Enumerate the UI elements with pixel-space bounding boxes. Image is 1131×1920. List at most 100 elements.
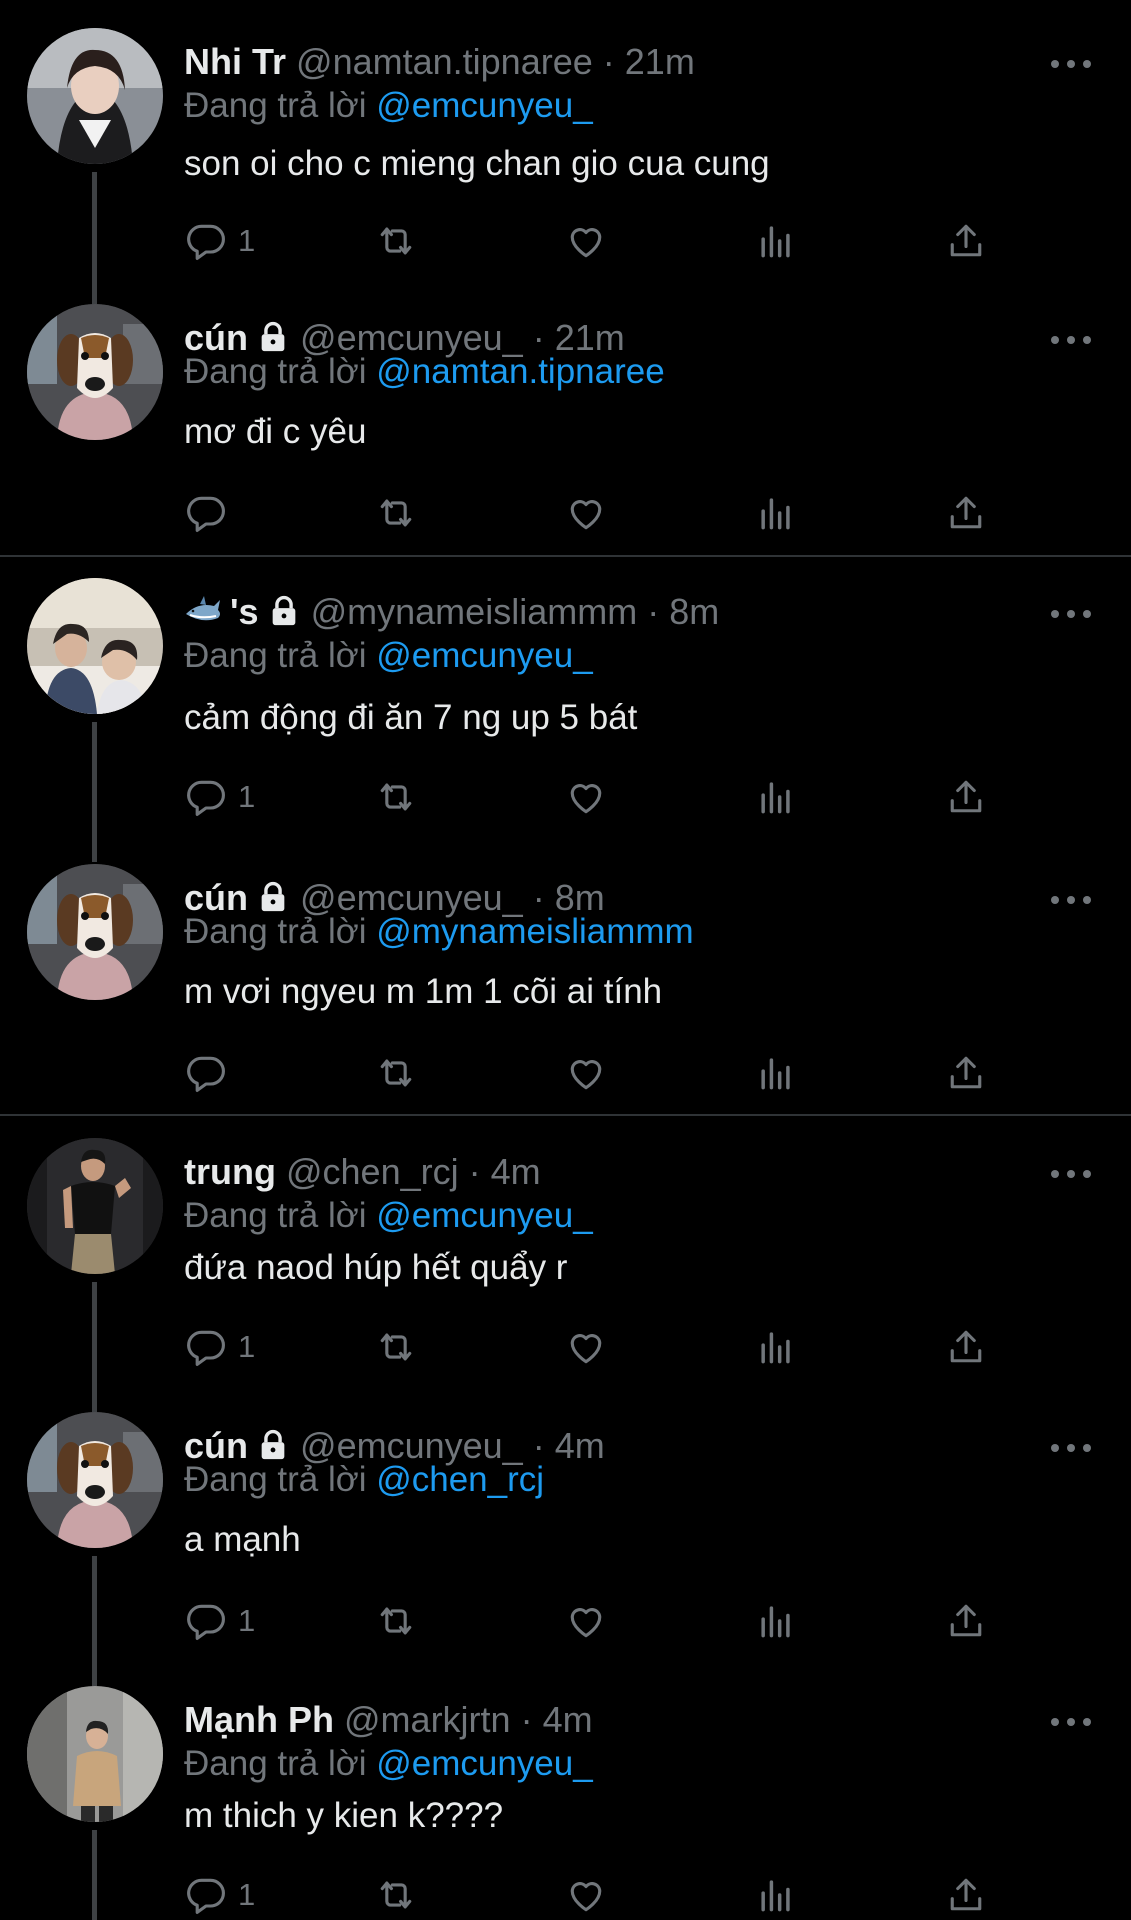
mention-link[interactable]: @mynameisliammm [376, 912, 694, 951]
views-button[interactable] [754, 774, 798, 820]
display-name[interactable]: Nhi Tr [184, 41, 286, 82]
analytics-icon [761, 1880, 790, 1912]
mention-link[interactable]: @namtan.tipnaree [376, 352, 664, 391]
retweet-button[interactable] [374, 218, 418, 264]
more-options-icon[interactable] [1051, 1716, 1091, 1728]
share-button[interactable] [944, 1050, 988, 1096]
replying-to: Đang trả lời @mynameisliammm [184, 910, 694, 954]
reply-count: 1 [238, 223, 256, 258]
timestamp[interactable]: 21m [625, 41, 695, 82]
more-options-icon[interactable] [1051, 1442, 1091, 1454]
more-options-icon[interactable] [1051, 608, 1091, 620]
share-icon [950, 1056, 982, 1089]
retweet-button[interactable] [374, 1050, 418, 1096]
portrait-girl-avatar-icon [27, 28, 163, 164]
user-handle[interactable]: @markjrtn [344, 1699, 511, 1740]
views-button[interactable] [754, 1872, 798, 1918]
tweet-text: a mạnh [184, 1520, 301, 1559]
share-icon [950, 496, 982, 529]
two-people-avatar-icon [27, 578, 163, 714]
retweet-button[interactable] [374, 1598, 418, 1644]
avatar[interactable] [27, 864, 163, 1000]
more-options-icon[interactable] [1051, 894, 1091, 906]
reply-button[interactable]: 1 [184, 774, 255, 820]
like-button[interactable] [564, 1050, 608, 1096]
thread-line [92, 1830, 97, 1920]
tweet-text: cảm động đi ăn 7 ng up 5 bát [184, 698, 638, 737]
street-photo-avatar-icon [27, 1686, 163, 1822]
replying-to-label: Đang trả lời [184, 352, 367, 391]
reply-count: 1 [238, 779, 256, 814]
user-handle[interactable]: @chen_rcj [286, 1151, 459, 1192]
views-button[interactable] [754, 1598, 798, 1644]
separator-dot: · [602, 41, 615, 82]
avatar[interactable] [27, 1412, 163, 1548]
reply-count: 1 [238, 1329, 256, 1364]
share-button[interactable] [944, 1872, 988, 1918]
like-button[interactable] [564, 1324, 608, 1370]
user-handle[interactable]: @namtan.tipnaree [296, 41, 593, 82]
tweet-text: đứa naod húp hết quẩy r [184, 1248, 568, 1287]
reply-button[interactable]: 1 [184, 1598, 255, 1644]
share-button[interactable] [944, 1598, 988, 1644]
reply-button[interactable]: 1 [184, 218, 255, 264]
views-button[interactable] [754, 490, 798, 536]
mention-link[interactable]: @emcunyeu_ [376, 1744, 592, 1783]
retweet-button[interactable] [374, 1872, 418, 1918]
share-button[interactable] [944, 218, 988, 264]
retweet-icon [380, 1059, 412, 1087]
share-icon [950, 1604, 982, 1637]
mention-link[interactable]: @emcunyeu_ [376, 86, 592, 125]
like-button[interactable] [564, 774, 608, 820]
display-name[interactable]: trung [184, 1151, 276, 1192]
mention-link[interactable]: @emcunyeu_ [376, 1196, 592, 1235]
views-button[interactable] [754, 1324, 798, 1370]
avatar[interactable] [27, 304, 163, 440]
thread-line [92, 1282, 97, 1416]
display-name[interactable]: Mạnh Ph [184, 1699, 334, 1740]
retweet-button[interactable] [374, 1324, 418, 1370]
avatar[interactable] [27, 28, 163, 164]
avatar[interactable] [27, 1686, 163, 1822]
timestamp[interactable]: 4m [543, 1699, 593, 1740]
lock-icon [261, 1429, 285, 1460]
tweet-actions: 1 [184, 1324, 1004, 1370]
avatar[interactable] [27, 1138, 163, 1274]
more-options-icon[interactable] [1051, 334, 1091, 346]
more-options-icon[interactable] [1051, 58, 1091, 70]
share-button[interactable] [944, 490, 988, 536]
mention-link[interactable]: @chen_rcj [376, 1460, 544, 1499]
reply-button[interactable]: 1 [184, 1872, 255, 1918]
analytics-icon [761, 1606, 790, 1638]
timestamp[interactable]: 8m [669, 591, 719, 632]
retweet-button[interactable] [374, 490, 418, 536]
views-button[interactable] [754, 1050, 798, 1096]
mirror-selfie-avatar-icon [27, 1138, 163, 1274]
timestamp[interactable]: 4m [555, 1425, 605, 1466]
like-button[interactable] [564, 490, 608, 536]
retweet-icon [380, 1333, 412, 1361]
retweet-button[interactable] [374, 774, 418, 820]
mention-link[interactable]: @emcunyeu_ [376, 636, 592, 675]
retweet-icon [380, 499, 412, 527]
lock-icon [261, 881, 285, 912]
lock-icon [272, 595, 295, 626]
share-button[interactable] [944, 774, 988, 820]
tweet-actions [184, 490, 1004, 536]
reply-button[interactable] [184, 1050, 238, 1096]
like-button[interactable] [564, 218, 608, 264]
views-button[interactable] [754, 218, 798, 264]
avatar[interactable] [27, 578, 163, 714]
share-button[interactable] [944, 1324, 988, 1370]
more-options-icon[interactable] [1051, 1168, 1091, 1180]
tweet-header: Mạnh Ph @markjrtn · 4m [184, 1698, 1051, 1742]
reply-button[interactable] [184, 490, 238, 536]
share-icon [950, 780, 982, 813]
display-name[interactable]: 's [230, 591, 259, 632]
user-handle[interactable]: @mynameisliammm [311, 591, 638, 632]
reply-button[interactable]: 1 [184, 1324, 255, 1370]
share-icon [950, 1330, 982, 1363]
like-button[interactable] [564, 1598, 608, 1644]
like-button[interactable] [564, 1872, 608, 1918]
timestamp[interactable]: 4m [491, 1151, 541, 1192]
